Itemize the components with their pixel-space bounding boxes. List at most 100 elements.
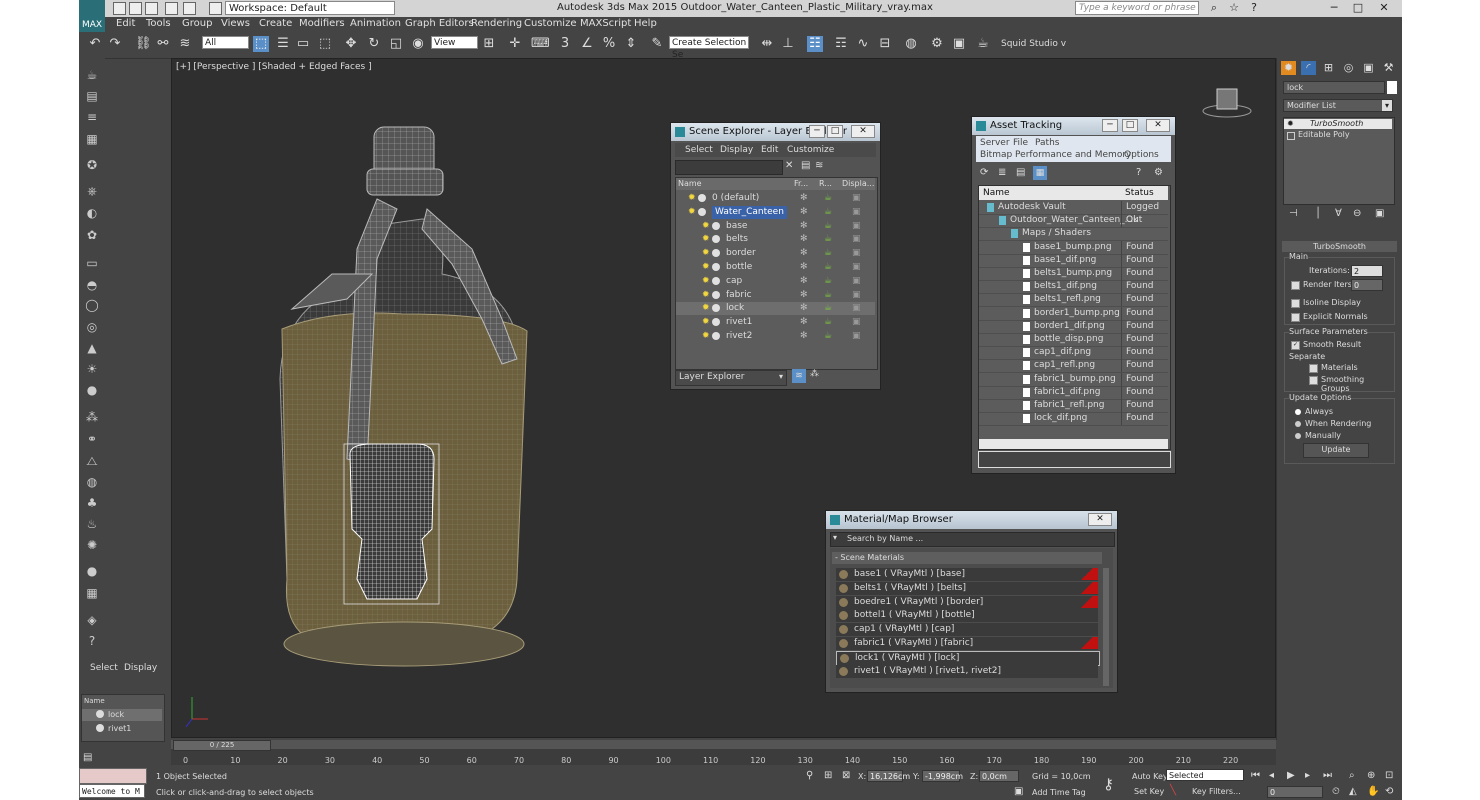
material-editor-icon[interactable]: ◍ (903, 36, 919, 52)
time-config-icon[interactable]: ⏲ (1332, 786, 1340, 797)
sphere-icon[interactable]: ◯ (83, 296, 101, 314)
set-key-filter-icon[interactable]: ╲ (1170, 785, 1176, 796)
y-coordinate-field[interactable]: -1,998cm (922, 770, 963, 782)
remove-modifier-icon[interactable]: ⊖ (1353, 208, 1361, 219)
menu-views[interactable]: Views (221, 18, 250, 29)
display-box-icon[interactable]: ▣ (852, 192, 861, 205)
table-row[interactable]: ✹ rivet1 ✻ ☕ ▣ (676, 316, 875, 329)
table-icon[interactable]: ▦ (83, 584, 101, 602)
light-bulb-icon[interactable]: ✹ (702, 289, 710, 302)
list-item[interactable]: lock1 ( VRayMtl ) [lock] (836, 650, 1100, 666)
current-frame-field[interactable]: 0 (1267, 786, 1323, 798)
list-item[interactable]: fabric1 ( VRayMtl ) [fabric] (836, 637, 1098, 650)
light-bulb-icon[interactable]: ✹ (702, 233, 710, 246)
render-teapot-icon[interactable]: ☕ (824, 302, 832, 315)
camera-icon[interactable]: ⎈ (83, 182, 101, 200)
save-file-icon[interactable] (145, 2, 158, 15)
help-icon[interactable]: ? (1136, 167, 1141, 178)
render-teapot-icon[interactable]: ☕ (824, 275, 832, 288)
snaps-toggle-icon[interactable]: 3 (557, 36, 573, 52)
render-teapot-icon[interactable]: ☕ (824, 247, 832, 260)
lock-selection-icon[interactable]: ⚲ (806, 770, 813, 781)
table-row[interactable]: border1_dif.png Found (979, 319, 1168, 334)
table-row[interactable]: Autodesk Vault Logged Out (979, 201, 1168, 227)
menu-tools[interactable]: Tools (146, 18, 171, 29)
pin-stack-icon[interactable]: ⊣ (1289, 208, 1298, 219)
table-row[interactable]: bottle_disp.png Found (979, 333, 1168, 347)
freeze-icon[interactable]: ✻ (800, 275, 808, 288)
edit-named-selection-icon[interactable]: ✎ (649, 36, 665, 52)
scale-icon[interactable]: ◱ (388, 36, 404, 52)
menu-create[interactable]: Create (259, 18, 292, 29)
mirror-icon[interactable]: ⇹ (759, 36, 775, 52)
zoom-all-icon[interactable]: ⊕ (1367, 770, 1375, 781)
window-crossing-icon[interactable]: ⬚ (317, 36, 333, 52)
rendered-frame-icon[interactable]: ▣ (951, 36, 967, 52)
freeze-icon[interactable]: ✻ (800, 302, 808, 315)
maxscript-listener-top[interactable] (79, 768, 147, 784)
freeze-icon[interactable]: ✻ (800, 289, 808, 302)
settings-icon[interactable]: ⚙ (1154, 167, 1163, 178)
table-row[interactable]: ✹ Water_Canteen ✻ ☕ ▣ (676, 205, 875, 219)
help-icon[interactable]: ? (83, 632, 101, 650)
menu-edit[interactable]: Edit (116, 18, 135, 29)
column-name[interactable]: Name (678, 179, 702, 188)
grid-icon[interactable]: ▦ (83, 130, 101, 148)
select-by-name-icon[interactable]: ☰ (275, 36, 291, 52)
align-icon[interactable]: ⊥ (780, 36, 796, 52)
toolbar-studio-label[interactable]: Squid Studio v (1001, 39, 1066, 49)
tab-display[interactable]: Display (124, 663, 157, 673)
motion-tab-icon[interactable]: ◎ (1341, 61, 1356, 75)
name-column-header[interactable]: Name (84, 697, 105, 705)
asset-tracking-title-bar[interactable]: Asset Tracking ─ □ ✕ (972, 117, 1175, 135)
freeze-icon[interactable]: ✻ (800, 247, 808, 260)
object-name-field[interactable]: lock (1283, 81, 1385, 94)
table-row[interactable]: belts1_bump.png Found (979, 267, 1168, 281)
smoothing-groups-checkbox[interactable] (1309, 376, 1318, 385)
display-box-icon[interactable]: ▣ (852, 330, 861, 343)
list-view-icon[interactable]: ≣ (998, 167, 1006, 178)
binoculars-icon[interactable]: ⌕ (1205, 1, 1223, 15)
particles-icon[interactable]: ⁂ (83, 408, 101, 426)
key-icon[interactable]: ⚷ (1103, 775, 1114, 793)
table-row[interactable]: fabric1_dif.png Found (979, 385, 1168, 400)
asset-path-field[interactable] (978, 451, 1171, 468)
table-row[interactable]: cap1_refl.png Found (979, 359, 1168, 374)
help-icon[interactable]: ? (1245, 1, 1263, 15)
ball-icon[interactable]: ● (83, 562, 101, 580)
utilities-tab-icon[interactable]: ⚒ (1381, 61, 1396, 75)
render-setup-icon[interactable]: ⚙ (929, 36, 945, 52)
time-tag-icon[interactable]: ▣ (1014, 786, 1023, 797)
smooth-result-checkbox[interactable]: ✓ (1291, 341, 1300, 350)
percent-snap-icon[interactable]: % (601, 36, 617, 52)
layers-toggle-icon[interactable]: ≋ (792, 369, 806, 383)
materials-checkbox[interactable] (1309, 364, 1318, 373)
pivot-center-icon[interactable]: ⊞ (481, 36, 497, 52)
display-box-icon[interactable]: ▣ (852, 261, 861, 274)
close-icon[interactable]: ✕ (1088, 513, 1112, 526)
expand-icon[interactable] (1287, 132, 1295, 140)
modify-tab-icon[interactable]: ◜ (1301, 61, 1316, 75)
list-item[interactable]: boedre1 ( VRayMtl ) [border] (836, 595, 1098, 609)
list-item[interactable]: rivet1 ( VRayMtl ) [rivet1, rivet2] (836, 664, 1098, 678)
maximize-icon[interactable]: □ (827, 125, 843, 138)
minimize-icon[interactable]: ─ (1102, 119, 1118, 132)
play-icon[interactable]: ▶ (1287, 770, 1295, 781)
material-search-input[interactable]: ▾ Search by Name ... (830, 532, 1115, 547)
render-teapot-icon[interactable]: ☕ (824, 316, 832, 329)
modifier-list-dropdown[interactable]: Modifier List ▾ (1283, 99, 1393, 112)
z-coordinate-field[interactable]: 0,0cm (979, 770, 1019, 782)
field-of-view-icon[interactable]: ◭ (1349, 786, 1357, 797)
molecule-icon[interactable]: ⚭ (83, 430, 101, 448)
helper-icon[interactable]: ◐ (83, 204, 101, 222)
light-bulb-icon[interactable]: ✹ (702, 316, 710, 329)
display-box-icon[interactable]: ▣ (852, 302, 861, 315)
set-key-button[interactable]: Set Key (1134, 787, 1164, 796)
scene-materials-section[interactable]: - Scene Materials (832, 552, 1102, 564)
angle-snap-icon[interactable]: ∠ (579, 36, 595, 52)
iterations-spinner[interactable]: 2 (1351, 265, 1383, 277)
go-to-end-icon[interactable]: ⏭ (1323, 770, 1332, 781)
freeze-icon[interactable]: ✻ (800, 192, 808, 205)
zoom-extents-icon[interactable]: ⊡ (1385, 770, 1393, 781)
light-bulb-icon[interactable]: ✪ (83, 156, 101, 174)
